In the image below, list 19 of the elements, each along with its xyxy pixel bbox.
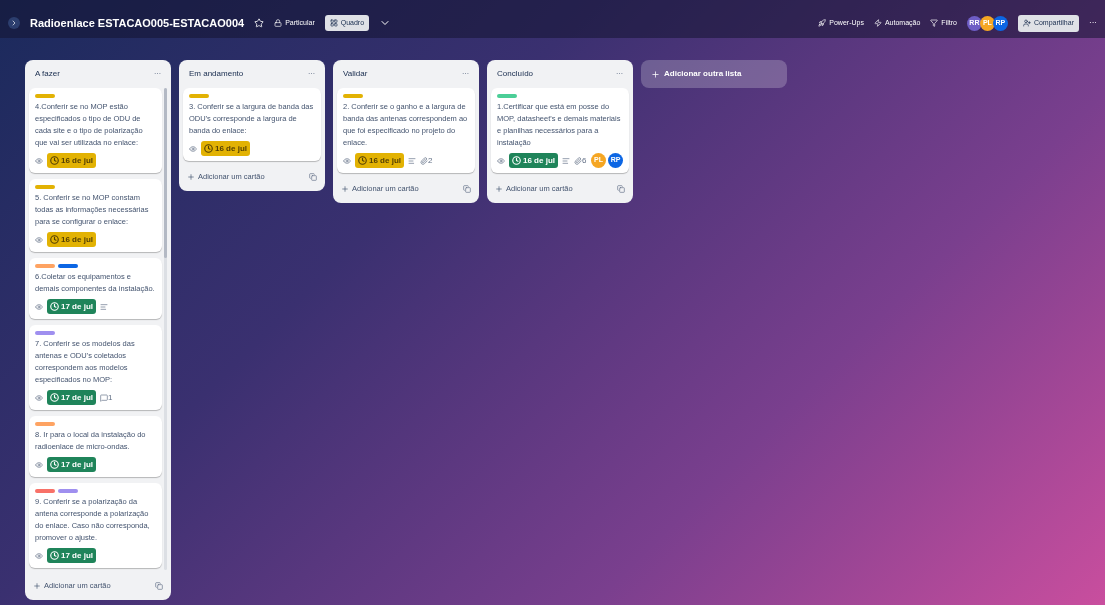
due-date-badge[interactable]: 17 de jul: [47, 548, 96, 563]
board-title[interactable]: Radioenlace ESTACAO005-ESTACAO004: [30, 14, 245, 32]
more-button[interactable]: ···: [1089, 17, 1097, 29]
due-date-badge[interactable]: 16 de jul: [47, 232, 96, 247]
list-title[interactable]: A fazer: [35, 68, 60, 80]
list-title[interactable]: Concluído: [497, 68, 534, 80]
due-date-badge[interactable]: 17 de jul: [47, 457, 96, 472]
attachment-count: 2: [428, 154, 433, 167]
add-list-button[interactable]: Adicionar outra lista: [641, 60, 787, 88]
list-title[interactable]: Validar: [343, 68, 368, 80]
due-date-badge[interactable]: 16 de jul: [47, 153, 96, 168]
list-title[interactable]: Em andamento: [189, 68, 244, 80]
attachment-count: 6: [582, 154, 587, 167]
due-date-badge[interactable]: 17 de jul: [47, 390, 96, 405]
due-date-badge[interactable]: 16 de jul: [355, 153, 404, 168]
due-date-badge[interactable]: 16 de jul: [509, 153, 558, 168]
due-date-badge[interactable]: 16 de jul: [201, 141, 250, 156]
due-date-badge[interactable]: 17 de jul: [47, 299, 96, 314]
comment-count: 1: [108, 391, 113, 404]
